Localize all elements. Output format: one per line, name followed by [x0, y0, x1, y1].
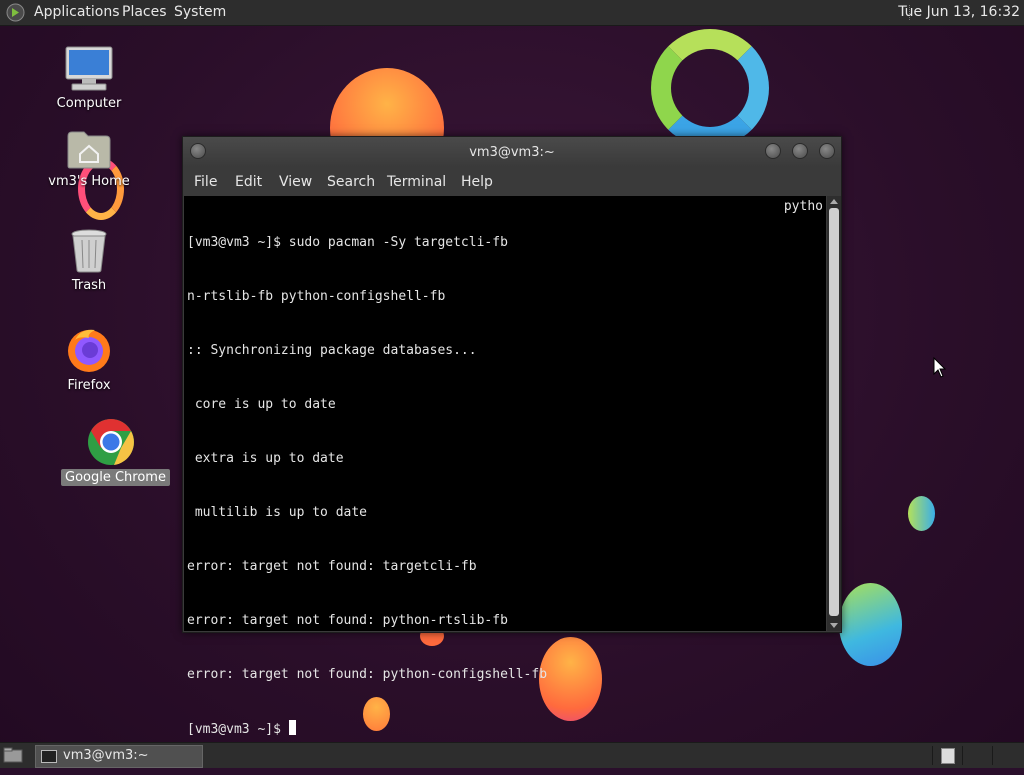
wallpaper-orange-egg — [539, 637, 602, 721]
window-titlebar[interactable]: vm3@vm3:~ — [183, 137, 841, 167]
terminal-output[interactable]: [vm3@vm3 ~]$ sudo pacman -Sy targetcli-f… — [184, 196, 826, 737]
terminal-window[interactable]: vm3@vm3:~ File Edit View Search Terminal… — [182, 136, 842, 737]
terminal-line: core is up to date — [187, 397, 336, 412]
terminal-line: error: target not found: python-rtslib-f… — [187, 613, 508, 628]
scrollbar-thumb[interactable] — [829, 208, 839, 616]
wallpaper-green-blue-egg — [839, 583, 902, 666]
show-desktop-icon[interactable] — [3, 747, 23, 763]
workspace-3[interactable] — [992, 746, 1023, 765]
taskbar-label: vm3@vm3:~ — [63, 748, 149, 763]
bottom-panel: vm3@vm3:~ — [0, 742, 1024, 768]
desktop-icon-computer[interactable]: Computer — [39, 46, 139, 112]
terminal-line: :: Synchronizing package databases... — [187, 343, 477, 358]
terminal-line: error: target not found: python-configsh… — [187, 667, 548, 682]
maximize-button[interactable] — [792, 143, 808, 159]
clock[interactable]: Tue Jun 13, 16:32 — [898, 4, 1020, 20]
terminal-line: n-rtslib-fb python-configshell-fb — [187, 289, 446, 304]
terminal-wrapped-tail: pytho — [783, 199, 823, 214]
wallpaper-ring — [651, 29, 769, 147]
desktop-icon-firefox[interactable]: Firefox — [39, 326, 139, 394]
firefox-icon — [68, 329, 110, 372]
mouse-pointer-icon — [933, 357, 947, 378]
desktop-icon-trash[interactable]: Trash — [39, 228, 139, 294]
desktop-icon-label: Computer — [56, 96, 122, 111]
close-button[interactable] — [819, 143, 835, 159]
desktop-icon-chrome[interactable]: Google Chrome — [61, 418, 170, 486]
chrome-icon — [88, 419, 134, 465]
desktop-icon-label: Firefox — [67, 378, 111, 393]
terminal-lines: [vm3@vm3 ~]$ sudo pacman -Sy targetcli-f… — [187, 198, 547, 775]
menu-places[interactable]: Places — [122, 4, 167, 20]
terminal-line: extra is up to date — [187, 451, 344, 466]
desktop-icon-label: Google Chrome — [61, 469, 170, 486]
home-folder-icon — [67, 131, 111, 169]
desktop-icon-label: vm3's Home — [48, 174, 130, 189]
terminal-prompt: [vm3@vm3 ~]$ — [187, 722, 289, 737]
menu-terminal[interactable]: Terminal — [387, 174, 446, 190]
menu-applications[interactable]: Applications — [34, 4, 120, 20]
trash-icon — [71, 229, 107, 273]
scroll-down-arrow[interactable] — [830, 623, 838, 628]
wallpaper-small-green-blue — [908, 496, 935, 531]
terminal-scrollbar[interactable] — [827, 196, 841, 631]
terminal-icon — [41, 750, 57, 763]
workspace-1[interactable] — [932, 746, 963, 765]
scroll-up-arrow[interactable] — [830, 199, 838, 204]
distro-logo-icon[interactable] — [6, 3, 25, 22]
menu-edit[interactable]: Edit — [235, 174, 262, 190]
terminal-line: [vm3@vm3 ~]$ sudo pacman -Sy targetcli-f… — [187, 235, 508, 250]
desktop-icon-label: Trash — [71, 278, 107, 293]
text-cursor — [288, 720, 296, 735]
window-title: vm3@vm3:~ — [469, 145, 555, 160]
workspace-2[interactable] — [962, 746, 993, 765]
menu-search[interactable]: Search — [327, 174, 375, 190]
menu-file[interactable]: File — [194, 174, 217, 190]
computer-icon — [65, 46, 113, 91]
menu-view[interactable]: View — [279, 174, 312, 190]
desktop-icon-home[interactable]: vm3's Home — [39, 130, 139, 190]
top-panel: Applications Places System Tue Jun 13, 1… — [0, 0, 1024, 26]
menu-help[interactable]: Help — [461, 174, 493, 190]
terminal-menubar: File Edit View Search Terminal Help — [183, 167, 841, 195]
terminal-line: multilib is up to date — [187, 505, 368, 520]
minimize-button[interactable] — [765, 143, 781, 159]
terminal-line: error: target not found: targetcli-fb — [187, 559, 477, 574]
taskbar-button-terminal[interactable]: vm3@vm3:~ — [35, 745, 203, 768]
menu-system[interactable]: System — [174, 4, 226, 20]
terminal-prompt-line: [vm3@vm3 ~]$ — [187, 720, 547, 739]
